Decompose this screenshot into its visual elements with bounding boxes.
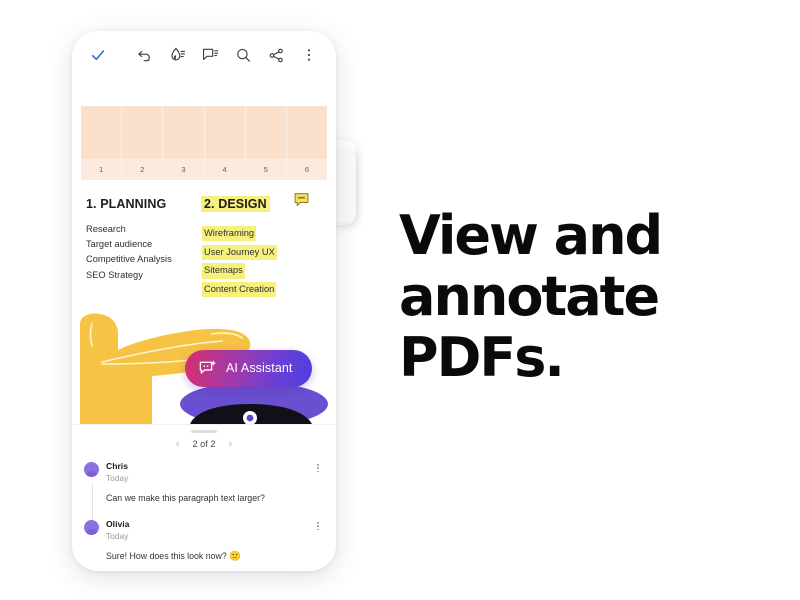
comment-text: Sure! How does this look now?	[106, 550, 230, 561]
more-vertical-icon[interactable]	[298, 44, 320, 66]
headline-line-3: PDFs.	[399, 326, 565, 389]
comments-panel: ‹ 2 of 2 › Chris Today Can we make this …	[72, 423, 336, 571]
highlighter-icon[interactable]	[166, 44, 188, 66]
search-icon[interactable]	[232, 44, 254, 66]
list-item: Competitive Analysis	[86, 254, 172, 265]
avatar	[84, 519, 99, 535]
phone-mockup: 1 2 3 4 5 6 1. PLANNING Research Target …	[72, 31, 336, 571]
comment-item[interactable]: Olivia Today Sure! How does this look no…	[84, 519, 324, 571]
section-heading: 1. PLANNING	[86, 197, 167, 211]
table-column: 4	[204, 106, 246, 180]
pdf-section-planning: 1. PLANNING Research Target audience Com…	[86, 195, 204, 298]
table-column: 1	[81, 106, 123, 180]
comment-item[interactable]: Chris Today Can we make this paragraph t…	[84, 461, 324, 517]
comment-more-vertical-icon[interactable]	[312, 461, 324, 473]
avatar	[84, 461, 99, 477]
toolbar-actions	[133, 44, 324, 66]
share-icon[interactable]	[265, 44, 287, 66]
ai-assistant-button[interactable]: AI Assistant	[185, 349, 312, 387]
page-title: View and annotate PDFs.	[399, 205, 729, 388]
pdf-illustration: AI Assistant	[72, 307, 336, 424]
headline-line-2: annotate	[399, 265, 660, 328]
comment-timestamp: Today	[106, 530, 129, 541]
comment-meta: Olivia Today	[106, 519, 305, 543]
check-icon[interactable]	[84, 41, 112, 69]
stage: 1 2 3 4 5 6 1. PLANNING Research Target …	[0, 0, 800, 600]
comment-timestamp: Today	[106, 472, 129, 483]
page-navigation: ‹ 2 of 2 ›	[84, 433, 324, 461]
comment-header: Olivia Today	[84, 519, 324, 543]
list-item-highlighted: Wireframing	[202, 226, 257, 242]
pdf-text-body: 1. PLANNING Research Target audience Com…	[72, 180, 336, 298]
list-item: SEO Strategy	[86, 269, 143, 280]
table-cell-body	[163, 106, 203, 159]
table-column: 5	[245, 106, 287, 180]
pdf-columns: 1. PLANNING Research Target audience Com…	[86, 193, 322, 298]
pdf-table: 1 2 3 4 5 6	[81, 106, 328, 180]
comment-thread: Chris Today Can we make this paragraph t…	[84, 461, 324, 571]
page-indicator-label: 2 of 2	[192, 439, 216, 450]
pdf-section-design: 2. DESIGN Wireframing User Journey UX Si…	[201, 193, 309, 298]
comment-text-wrap: Sure! How does this look now? 🙂	[84, 543, 324, 571]
table-column-number: 2	[122, 159, 163, 180]
list-item-highlighted: Content Creation	[202, 282, 277, 298]
table-column-number: 1	[81, 159, 122, 180]
table-cell-body	[287, 106, 327, 159]
list-item-highlighted: User Journey UX	[202, 244, 277, 260]
undo-icon[interactable]	[133, 44, 155, 66]
section-heading-highlighted: 2. DESIGN	[201, 196, 270, 212]
table-column-number: 3	[163, 159, 204, 180]
comment-text: Can we make this paragraph text larger?	[106, 492, 265, 503]
comment-icon[interactable]	[199, 44, 221, 66]
table-column: 6	[286, 106, 328, 180]
slight-smile-emoji: 🙂	[229, 550, 242, 562]
table-column-number: 4	[204, 159, 245, 180]
chevron-left-icon[interactable]: ‹	[176, 438, 180, 450]
table-cell-body	[205, 106, 245, 159]
list-item-highlighted: Sitemaps	[202, 263, 245, 279]
comment-meta: Chris Today	[106, 461, 305, 485]
table-column: 2	[122, 106, 164, 180]
headline-line-1: View and	[399, 204, 663, 267]
table-cell-body	[81, 106, 121, 159]
pdf-page[interactable]: 1 2 3 4 5 6 1. PLANNING Research Target …	[72, 79, 336, 424]
comment-more-vertical-icon[interactable]	[312, 519, 324, 531]
chevron-right-icon[interactable]: ›	[229, 438, 233, 450]
comment-author: Chris	[106, 460, 128, 471]
table-column-number: 5	[245, 159, 286, 180]
app-toolbar	[72, 31, 336, 79]
table-column: 3	[163, 106, 205, 180]
list-item: Research	[86, 224, 126, 234]
table-cell-body	[122, 106, 162, 159]
comment-author: Olivia	[106, 518, 130, 529]
list-item: Target audience	[86, 239, 153, 250]
ai-assistant-label: AI Assistant	[226, 361, 293, 376]
table-cell-body	[246, 106, 286, 159]
sticky-note-icon[interactable]	[293, 192, 310, 208]
table-column-number: 6	[286, 159, 328, 180]
comment-header: Chris Today	[84, 461, 324, 485]
ai-sparkle-chat-icon	[198, 359, 217, 378]
